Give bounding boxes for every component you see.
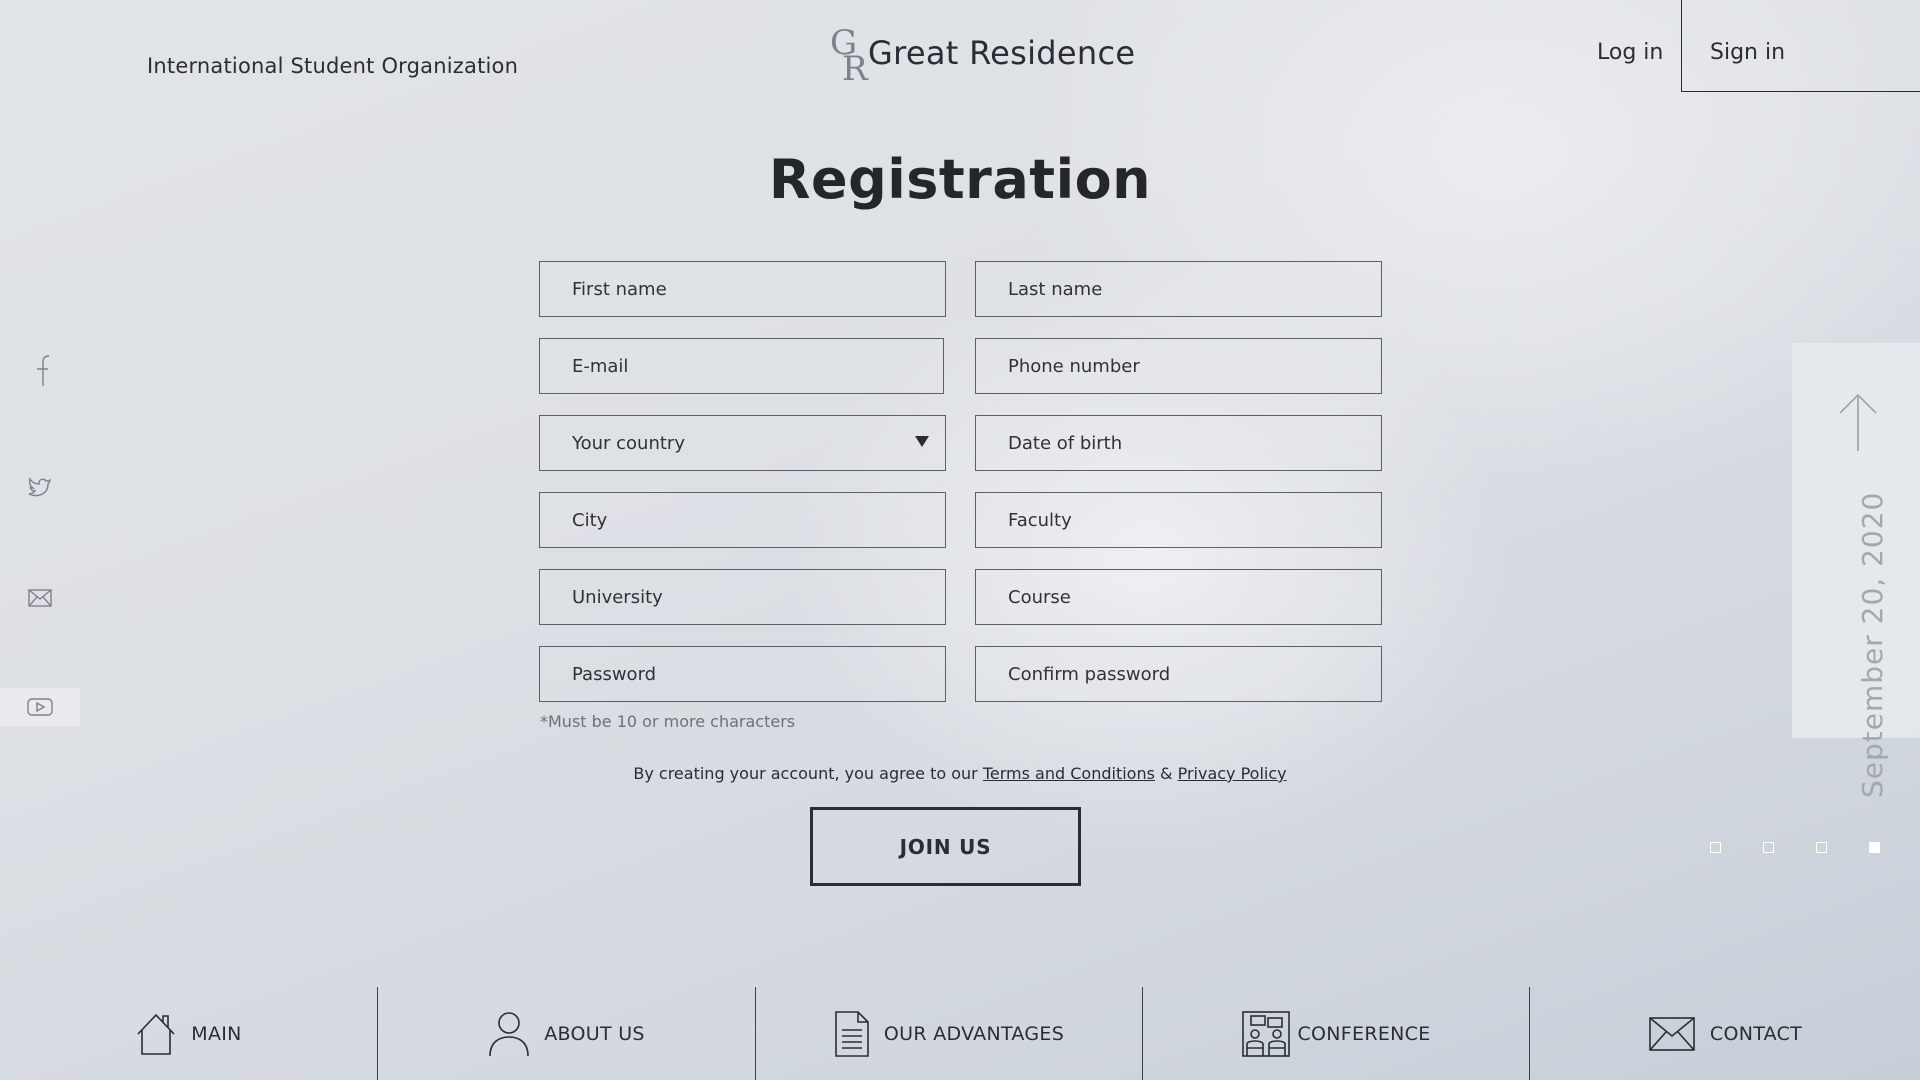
logo-text: Great Residence — [868, 34, 1136, 72]
facebook-icon — [37, 355, 50, 386]
nav-main-label: MAIN — [191, 1022, 242, 1045]
terms-text: By creating your account, you agree to o… — [0, 764, 1920, 783]
privacy-link[interactable]: Privacy Policy — [1178, 764, 1287, 783]
terms-prefix: By creating your account, you agree to o… — [633, 764, 983, 783]
email-field[interactable] — [539, 338, 944, 394]
first-name-input[interactable] — [572, 262, 945, 316]
nav-about-us[interactable]: ABOUT US — [377, 987, 755, 1080]
slide-dot-2[interactable] — [1763, 842, 1774, 853]
slide-dot-3[interactable] — [1816, 842, 1827, 853]
nav-conference[interactable]: CONFERENCE — [1142, 987, 1529, 1080]
city-field[interactable] — [539, 492, 946, 548]
chevron-down-icon[interactable] — [915, 436, 929, 447]
country-select-value: Your country — [572, 432, 685, 454]
university-field[interactable] — [539, 569, 946, 625]
nav-conference-label: CONFERENCE — [1297, 1022, 1431, 1045]
slide-dot-4[interactable] — [1869, 842, 1880, 853]
password-input[interactable] — [572, 647, 945, 701]
login-link[interactable]: Log in — [1597, 40, 1663, 65]
terms-link[interactable]: Terms and Conditions — [983, 764, 1155, 783]
last-name-field[interactable] — [975, 261, 1382, 317]
nav-contact[interactable]: CONTACT — [1529, 987, 1920, 1080]
org-name: International Student Organization — [147, 54, 519, 78]
date-panel: September 20, 2020 — [1792, 343, 1920, 798]
faculty-field[interactable] — [975, 492, 1382, 548]
dob-field[interactable] — [975, 415, 1382, 471]
last-name-input[interactable] — [1008, 262, 1381, 316]
page-title: Registration — [768, 148, 1152, 211]
logo-mark-r: R — [842, 49, 868, 89]
email-input[interactable] — [572, 339, 943, 393]
mail-link[interactable] — [0, 584, 80, 612]
conference-icon — [1242, 1010, 1291, 1057]
first-name-field[interactable] — [539, 261, 946, 317]
dob-input[interactable] — [1008, 416, 1381, 470]
password-hint: *Must be 10 or more characters — [540, 712, 796, 731]
confirm-password-field[interactable] — [975, 646, 1382, 702]
signin-label: Sign in — [1710, 40, 1786, 65]
signin-button[interactable]: Sign in — [1681, 0, 1920, 92]
bottom-nav: MAIN ABOUT US OUR ADVANTAGES CONFERENCE … — [0, 987, 1920, 1080]
logo-mark: G R — [830, 26, 868, 89]
join-us-button[interactable]: JOIN US — [810, 807, 1081, 886]
course-field[interactable] — [975, 569, 1382, 625]
facebook-link[interactable] — [0, 350, 80, 390]
faculty-input[interactable] — [1008, 493, 1381, 547]
mail-icon — [28, 589, 52, 607]
twitter-link[interactable] — [0, 472, 80, 502]
event-date: September 20, 2020 — [1856, 491, 1889, 798]
logo[interactable]: G R Great Residence — [830, 26, 1136, 89]
nav-our-advantages-label: OUR ADVANTAGES — [883, 1022, 1065, 1045]
password-field[interactable] — [539, 646, 946, 702]
twitter-icon — [28, 477, 51, 497]
nav-about-us-label: ABOUT US — [544, 1022, 645, 1045]
slide-dot-1[interactable] — [1710, 842, 1721, 853]
phone-field[interactable] — [975, 338, 1382, 394]
terms-amp: & — [1154, 764, 1178, 783]
nav-our-advantages[interactable]: OUR ADVANTAGES — [755, 987, 1142, 1080]
slide-pagination — [1710, 842, 1880, 853]
envelope-icon — [1649, 1016, 1695, 1051]
youtube-icon — [27, 698, 53, 716]
phone-input[interactable] — [1008, 339, 1381, 393]
home-icon — [137, 1013, 175, 1055]
confirm-password-input[interactable] — [1008, 647, 1381, 701]
country-select[interactable]: Your country — [539, 415, 946, 471]
document-icon — [835, 1010, 869, 1057]
person-icon — [489, 1011, 530, 1056]
course-input[interactable] — [1008, 570, 1381, 624]
arrow-up-icon[interactable] — [1838, 393, 1878, 453]
nav-main[interactable]: MAIN — [0, 987, 377, 1080]
university-input[interactable] — [572, 570, 945, 624]
youtube-link[interactable] — [0, 688, 80, 726]
nav-contact-label: CONTACT — [1709, 1022, 1803, 1045]
city-input[interactable] — [572, 493, 945, 547]
